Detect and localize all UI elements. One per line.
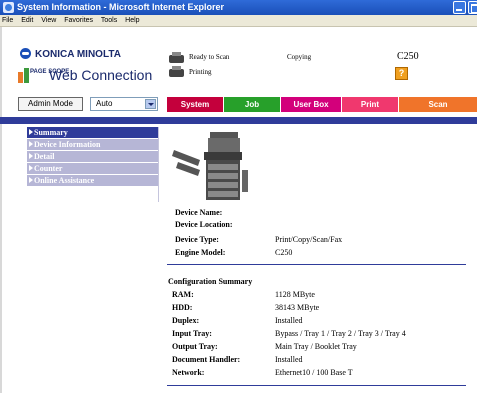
arrow-right-icon bbox=[29, 129, 33, 135]
menu-tools[interactable]: Tools bbox=[101, 17, 117, 24]
nav-divider-bar bbox=[0, 117, 477, 124]
admin-mode-button[interactable]: Admin Mode bbox=[18, 97, 83, 111]
config-document-handler-label: Document Handler: bbox=[172, 355, 241, 364]
device-location-label: Device Location: bbox=[175, 220, 233, 229]
config-input-tray-label: Input Tray: bbox=[172, 329, 212, 338]
sidebar-divider bbox=[158, 127, 159, 202]
window-titlebar: System Information - Microsoft Internet … bbox=[0, 0, 477, 15]
menu-favorites[interactable]: Favorites bbox=[64, 17, 93, 24]
menu-view[interactable]: View bbox=[41, 17, 56, 24]
config-output-tray-value: Main Tray / Booklet Tray bbox=[275, 342, 357, 351]
scanner-status-icon bbox=[168, 51, 185, 64]
config-hdd-label: HDD: bbox=[172, 303, 193, 312]
konica-minolta-mark-icon bbox=[20, 48, 31, 59]
model-name: C250 bbox=[397, 51, 419, 62]
arrow-right-icon bbox=[29, 165, 33, 171]
tab-system[interactable]: System bbox=[167, 97, 223, 112]
print-status-text: Printing bbox=[189, 68, 212, 76]
window-title: System Information - Microsoft Internet … bbox=[17, 2, 225, 12]
config-heading: Configuration Summary bbox=[168, 277, 253, 286]
device-type-label: Device Type: bbox=[175, 235, 219, 244]
device-name-label: Device Name: bbox=[175, 208, 223, 217]
menu-file[interactable]: File bbox=[2, 17, 13, 24]
config-input-tray-value: Bypass / Tray 1 / Tray 2 / Tray 3 / Tray… bbox=[275, 329, 406, 338]
maximize-button[interactable] bbox=[468, 1, 477, 14]
device-type-value: Print/Copy/Scan/Fax bbox=[275, 235, 343, 244]
config-duplex-value: Installed bbox=[275, 316, 303, 325]
arrow-right-icon bbox=[29, 153, 33, 159]
chevron-down-icon[interactable] bbox=[145, 99, 156, 109]
engine-model-value: C250 bbox=[275, 248, 293, 257]
scan-status-text: Ready to Scan bbox=[189, 53, 230, 61]
warning-icon[interactable]: ? bbox=[395, 67, 408, 80]
ie-icon bbox=[3, 2, 14, 13]
copy-status-text: Copying bbox=[287, 53, 312, 61]
config-document-handler-value: Installed bbox=[275, 355, 303, 364]
konica-minolta-logo: KONICA MINOLTA bbox=[20, 48, 121, 60]
tab-print[interactable]: Print bbox=[342, 97, 398, 112]
printer-status-icon bbox=[168, 65, 185, 78]
section-divider bbox=[167, 264, 466, 265]
pagescope-logo: PAGE SCOPE Web Connection bbox=[18, 67, 152, 83]
copier-device-image bbox=[172, 132, 248, 200]
config-ram-label: RAM: bbox=[172, 290, 194, 299]
tab-user-box[interactable]: User Box bbox=[281, 97, 341, 112]
tab-scan[interactable]: Scan bbox=[399, 97, 477, 112]
pagescope-mark-icon: PAGE SCOPE bbox=[18, 68, 69, 83]
section-divider-bottom bbox=[167, 385, 466, 386]
sidebar: Summary Device Information Detail Counte… bbox=[27, 127, 158, 187]
config-hdd-value: 38143 MByte bbox=[275, 303, 320, 312]
config-network-label: Network: bbox=[172, 368, 205, 377]
config-duplex-label: Duplex: bbox=[172, 316, 200, 325]
sidebar-item-counter[interactable]: Counter bbox=[27, 163, 158, 175]
frame-edge bbox=[0, 27, 2, 393]
sidebar-item-online-assistance[interactable]: Online Assistance bbox=[27, 175, 158, 187]
mode-select[interactable]: Auto bbox=[90, 97, 158, 111]
minimize-button[interactable] bbox=[453, 1, 466, 14]
sidebar-item-device-information[interactable]: Device Information bbox=[27, 139, 158, 151]
tab-job[interactable]: Job bbox=[224, 97, 280, 112]
mode-select-value: Auto bbox=[96, 99, 113, 108]
menu-help[interactable]: Help bbox=[125, 17, 139, 24]
config-ram-value: 1128 MByte bbox=[275, 290, 315, 299]
arrow-right-icon bbox=[29, 177, 33, 183]
config-output-tray-label: Output Tray: bbox=[172, 342, 218, 351]
sidebar-item-detail[interactable]: Detail bbox=[27, 151, 158, 163]
menu-edit[interactable]: Edit bbox=[21, 17, 33, 24]
sidebar-item-summary[interactable]: Summary bbox=[27, 127, 158, 139]
menu-bar: File Edit View Favorites Tools Help bbox=[0, 15, 477, 27]
arrow-right-icon bbox=[29, 141, 33, 147]
config-network-value: Ethernet10 / 100 Base T bbox=[275, 368, 353, 377]
engine-model-label: Engine Model: bbox=[175, 248, 226, 257]
